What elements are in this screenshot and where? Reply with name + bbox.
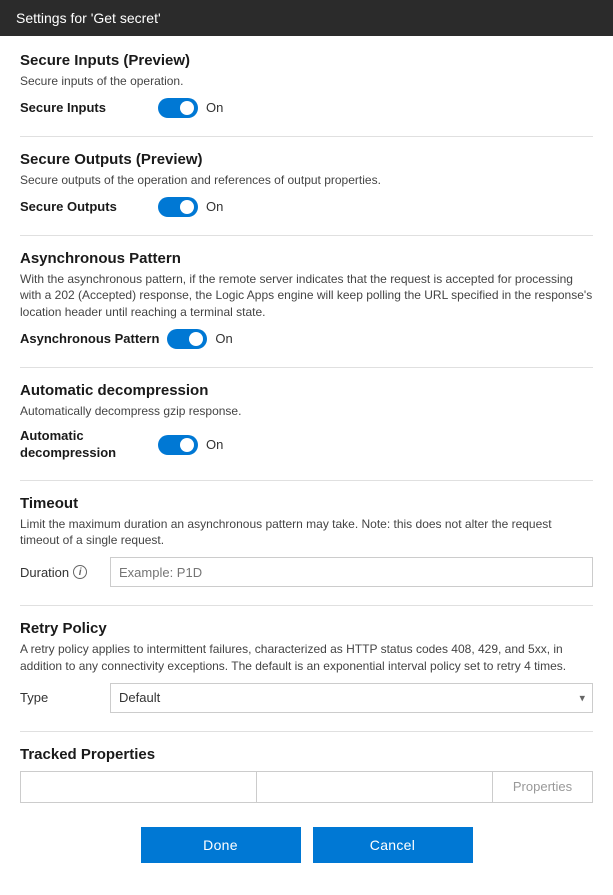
timeout-section: Timeout Limit the maximum duration an as… (20, 495, 593, 588)
auto-decompress-toggle[interactable] (158, 435, 198, 455)
retry-type-select[interactable]: Default None Fixed interval Exponential … (110, 683, 593, 713)
secure-inputs-label: Secure Inputs (20, 100, 150, 115)
secure-inputs-title: Secure Inputs (Preview) (20, 52, 593, 69)
title-bar: Settings for 'Get secret' (0, 0, 613, 36)
secure-inputs-toggle-row: Secure Inputs On (20, 98, 593, 118)
toggle-thumb (180, 101, 194, 115)
async-pattern-state: On (215, 331, 232, 346)
info-icon[interactable]: i (73, 565, 87, 579)
divider-1 (20, 136, 593, 137)
tracked-input-2[interactable] (257, 771, 493, 803)
async-pattern-toggle[interactable] (167, 329, 207, 349)
retry-type-row: Type Default None Fixed interval Exponen… (20, 683, 593, 713)
done-button[interactable]: Done (141, 827, 301, 863)
auto-decompress-section: Automatic decompression Automatically de… (20, 382, 593, 462)
secure-outputs-title: Secure Outputs (Preview) (20, 151, 593, 168)
auto-decompress-state: On (206, 437, 223, 452)
secure-outputs-state: On (206, 199, 223, 214)
duration-input[interactable] (110, 557, 593, 587)
type-label: Type (20, 690, 100, 705)
secure-inputs-state: On (206, 100, 223, 115)
toggle-thumb (180, 438, 194, 452)
async-pattern-label: Asynchronous Pattern (20, 331, 159, 346)
retry-policy-title: Retry Policy (20, 620, 593, 637)
duration-label: Duration i (20, 565, 100, 580)
divider-3 (20, 367, 593, 368)
timeout-title: Timeout (20, 495, 593, 512)
tracked-input-1[interactable] (20, 771, 257, 803)
async-pattern-section: Asynchronous Pattern With the asynchrono… (20, 250, 593, 349)
auto-decompress-desc: Automatically decompress gzip response. (20, 403, 593, 420)
secure-outputs-label: Secure Outputs (20, 199, 150, 214)
retry-policy-desc: A retry policy applies to intermittent f… (20, 641, 593, 675)
toggle-thumb (180, 200, 194, 214)
secure-inputs-section: Secure Inputs (Preview) Secure inputs of… (20, 52, 593, 118)
secure-inputs-desc: Secure inputs of the operation. (20, 73, 593, 90)
secure-outputs-toggle[interactable] (158, 197, 198, 217)
tracked-properties-section: Tracked Properties Properties (20, 746, 593, 803)
secure-outputs-desc: Secure outputs of the operation and refe… (20, 172, 593, 189)
button-row: Done Cancel (20, 827, 593, 879)
settings-content: Secure Inputs (Preview) Secure inputs of… (0, 36, 613, 895)
secure-outputs-section: Secure Outputs (Preview) Secure outputs … (20, 151, 593, 217)
retry-type-select-wrapper: Default None Fixed interval Exponential … (110, 683, 593, 713)
auto-decompress-label: Automatic decompression (20, 428, 150, 462)
auto-decompress-title: Automatic decompression (20, 382, 593, 399)
timeout-desc: Limit the maximum duration an asynchrono… (20, 516, 593, 550)
tracked-row: Properties (20, 771, 593, 803)
tracked-properties-title: Tracked Properties (20, 746, 593, 763)
duration-row: Duration i (20, 557, 593, 587)
tracked-properties-label: Properties (493, 771, 593, 803)
cancel-button[interactable]: Cancel (313, 827, 473, 863)
async-pattern-title: Asynchronous Pattern (20, 250, 593, 267)
divider-6 (20, 731, 593, 732)
auto-decompress-toggle-row: Automatic decompression On (20, 428, 593, 462)
async-pattern-toggle-row: Asynchronous Pattern On (20, 329, 593, 349)
secure-outputs-toggle-row: Secure Outputs On (20, 197, 593, 217)
async-pattern-desc: With the asynchronous pattern, if the re… (20, 271, 593, 321)
retry-policy-section: Retry Policy A retry policy applies to i… (20, 620, 593, 713)
divider-4 (20, 480, 593, 481)
divider-2 (20, 235, 593, 236)
secure-inputs-toggle[interactable] (158, 98, 198, 118)
divider-5 (20, 605, 593, 606)
title-text: Settings for 'Get secret' (16, 10, 161, 26)
